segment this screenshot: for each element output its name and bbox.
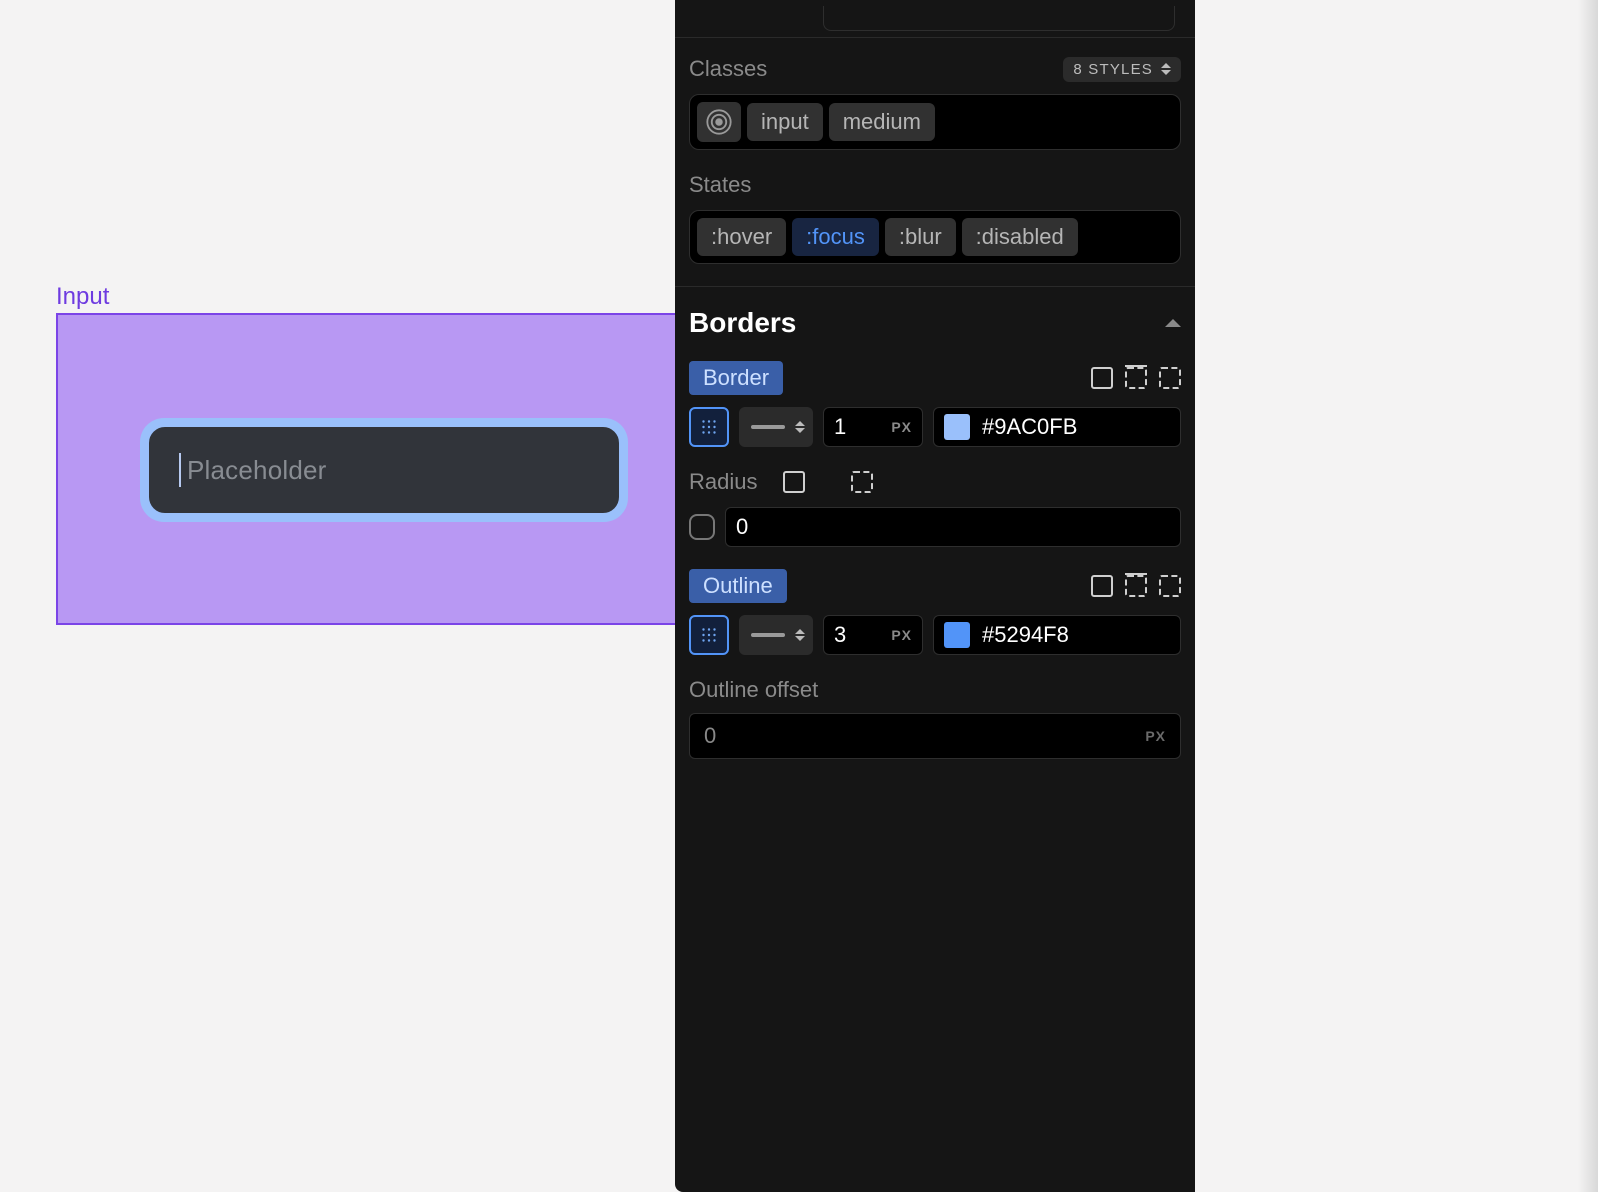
- radius-top-icon[interactable]: [817, 471, 839, 493]
- outline-side-options: [1091, 575, 1181, 597]
- border-color-field[interactable]: #9AC0FB: [933, 407, 1181, 447]
- outline-side-selector[interactable]: [689, 615, 729, 655]
- section-divider: [675, 286, 1195, 287]
- border-pill[interactable]: Border: [689, 361, 783, 395]
- outline-offset-value: 0: [704, 723, 716, 749]
- outline-offset-label: Outline offset: [689, 677, 1181, 703]
- outline-color-hex: #5294F8: [982, 622, 1069, 648]
- borders-title: Borders: [689, 307, 796, 339]
- states-label: States: [689, 172, 751, 198]
- line-style-icon: [751, 633, 785, 637]
- classes-label: Classes: [689, 56, 767, 82]
- panel-top-stub: [675, 8, 1195, 38]
- border-width-unit: PX: [891, 419, 912, 435]
- class-tag-input[interactable]: input: [747, 103, 823, 141]
- radius-individual-icon[interactable]: [851, 471, 873, 493]
- text-caret: [179, 453, 181, 487]
- state-blur[interactable]: :blur: [885, 218, 956, 256]
- outline-width-field[interactable]: 3 PX: [823, 615, 923, 655]
- grid-dots-icon: [698, 624, 720, 646]
- radius-preview-icon[interactable]: [689, 514, 715, 540]
- selection-label: Input: [56, 283, 109, 311]
- border-style-select[interactable]: [739, 407, 813, 447]
- outline-color-swatch: [944, 622, 970, 648]
- outline-pill[interactable]: Outline: [689, 569, 787, 603]
- radius-label: Radius: [689, 469, 757, 495]
- target-selector-button[interactable]: [697, 102, 741, 142]
- styles-count-text: 8 STYLES: [1073, 61, 1153, 78]
- border-width-field[interactable]: 1 PX: [823, 407, 923, 447]
- outline-offset-field[interactable]: 0 PX: [689, 713, 1181, 759]
- outline-color-field[interactable]: #5294F8: [933, 615, 1181, 655]
- border-top-side-icon[interactable]: [1125, 367, 1147, 389]
- target-icon: [705, 108, 733, 136]
- outline-all-sides-icon[interactable]: [1091, 575, 1113, 597]
- states-chip-row: :hover :focus :blur :disabled: [689, 210, 1181, 264]
- state-disabled[interactable]: :disabled: [962, 218, 1078, 256]
- updown-icon: [1161, 63, 1171, 75]
- outline-style-select[interactable]: [739, 615, 813, 655]
- classes-section-header: Classes 8 STYLES: [689, 56, 1181, 82]
- state-focus[interactable]: :focus: [792, 218, 879, 256]
- grid-dots-icon: [698, 416, 720, 438]
- border-individual-sides-icon[interactable]: [1159, 367, 1181, 389]
- radius-all-icon[interactable]: [783, 471, 805, 493]
- outline-width-value: 3: [834, 622, 846, 648]
- radius-value: 0: [736, 514, 748, 540]
- borders-section-header[interactable]: Borders: [689, 307, 1181, 339]
- border-color-hex: #9AC0FB: [982, 414, 1077, 440]
- states-section-header: States: [689, 172, 1181, 198]
- border-side-options: [1091, 367, 1181, 389]
- outline-width-unit: PX: [891, 627, 912, 643]
- line-style-icon: [751, 425, 785, 429]
- styles-count-button[interactable]: 8 STYLES: [1063, 57, 1181, 82]
- properties-panel: Classes 8 STYLES input medium States :ho…: [675, 0, 1195, 1192]
- updown-icon: [795, 629, 805, 641]
- updown-icon: [795, 421, 805, 433]
- chevron-up-icon: [1165, 319, 1181, 327]
- border-color-swatch: [944, 414, 970, 440]
- border-side-selector[interactable]: [689, 407, 729, 447]
- input-preview[interactable]: Placeholder: [147, 425, 621, 515]
- state-hover[interactable]: :hover: [697, 218, 786, 256]
- radius-value-field[interactable]: 0: [725, 507, 1181, 547]
- border-all-sides-icon[interactable]: [1091, 367, 1113, 389]
- outline-top-side-icon[interactable]: [1125, 575, 1147, 597]
- border-width-value: 1: [834, 414, 846, 440]
- input-focus-ring: Placeholder: [140, 418, 628, 522]
- classes-chip-row[interactable]: input medium: [689, 94, 1181, 150]
- class-tag-medium[interactable]: medium: [829, 103, 935, 141]
- input-placeholder-text: Placeholder: [187, 455, 327, 486]
- outline-individual-sides-icon[interactable]: [1159, 575, 1181, 597]
- outline-offset-unit: PX: [1145, 728, 1166, 744]
